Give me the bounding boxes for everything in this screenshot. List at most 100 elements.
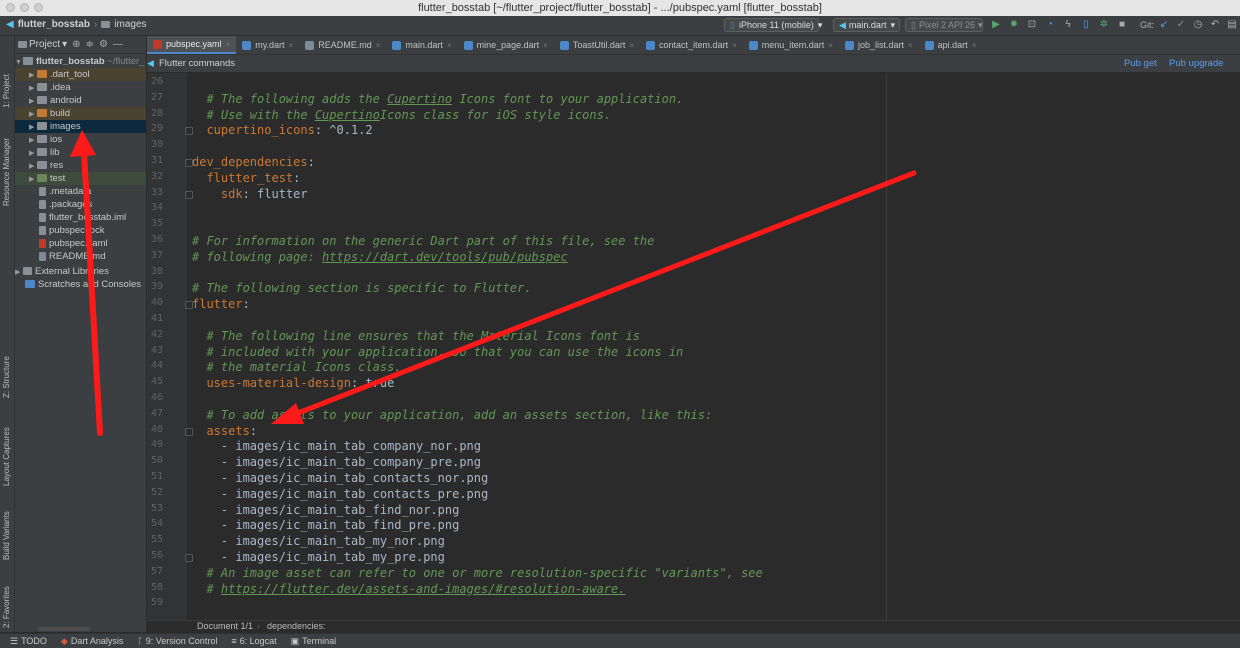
code-line: # included with your application, so tha… <box>206 344 684 359</box>
coverage-icon[interactable]: ⊡ <box>1026 19 1038 31</box>
close-icon[interactable]: × <box>226 40 231 49</box>
tree-item-dart-tool[interactable]: ▶ .dart_tool <box>15 68 146 81</box>
tree-item-flutter-bosstab-iml[interactable]: flutter_bosstab.iml <box>15 211 146 224</box>
tree-external-libraries[interactable]: ▶ External Libraries <box>15 265 146 278</box>
code-line: flutter: <box>192 297 250 312</box>
tree-item-packages[interactable]: .packages <box>15 198 146 211</box>
breadcrumb-folder[interactable]: images <box>114 19 146 30</box>
collapse-all-icon[interactable]: ≑ <box>86 39 94 50</box>
hide-icon[interactable]: — <box>113 39 123 50</box>
close-icon[interactable]: × <box>828 41 833 50</box>
line-number: 43 <box>150 344 163 356</box>
code-line: cupertino_icons: ^0.1.2 <box>206 123 373 138</box>
tool-tab-label: Resource Manager <box>2 137 11 206</box>
tab-pubspec-yaml[interactable]: pubspec.yaml × <box>147 36 237 54</box>
tree-item-idea[interactable]: ▶ .idea <box>15 81 146 94</box>
device-manager-icon[interactable]: ▯ <box>1080 19 1092 31</box>
close-icon[interactable]: × <box>543 41 548 50</box>
breadcrumb-project[interactable]: flutter_bosstab <box>18 19 90 30</box>
tree-scratches[interactable]: Scratches and Consoles <box>15 278 146 291</box>
history-icon[interactable]: ◷ <box>1192 19 1204 31</box>
horizontal-scrollbar[interactable] <box>38 627 90 631</box>
tab-label: my.dart <box>255 40 285 50</box>
tree-item-lib[interactable]: ▶ lib <box>15 146 146 159</box>
git-update-icon[interactable]: ↙ <box>1158 19 1170 31</box>
close-icon[interactable]: × <box>908 41 913 50</box>
library-icon <box>23 267 32 276</box>
tree-item-ios[interactable]: ▶ ios <box>15 133 146 146</box>
hot-reload-icon[interactable]: ϟ <box>1062 19 1074 31</box>
code-line: # The following line ensures that the Ma… <box>206 328 640 343</box>
tab-toastutil-dart[interactable]: ToastUtil.dart × <box>554 36 640 54</box>
tree-item-pubspec-lock[interactable]: pubspec.lock <box>15 224 146 237</box>
code-line: sdk: flutter <box>220 186 308 201</box>
flutter-icon: ◀ <box>147 58 154 68</box>
device-selector[interactable]: ▯ iPhone 11 (mobile) ▾ <box>724 18 822 32</box>
tree-label: test <box>50 173 66 184</box>
tab-menu-item-dart[interactable]: menu_item.dart × <box>743 36 839 54</box>
tool-logcat[interactable]: ≡ 6: Logcat <box>231 636 276 646</box>
layout-icon[interactable]: ▤ <box>1226 19 1238 31</box>
tab-mine-page-dart[interactable]: mine_page.dart × <box>458 36 554 54</box>
code-editor[interactable]: # The following adds the Cupertino Icons… <box>192 73 886 620</box>
tree-item-pubspec-yaml[interactable]: pubspec.yaml <box>15 237 146 250</box>
tree-item-metadata[interactable]: .metadata <box>15 185 146 198</box>
gear-icon[interactable]: ⚙ <box>99 39 108 50</box>
git-commit-icon[interactable]: ✓ <box>1175 19 1187 31</box>
project-view-selector[interactable]: Project ▾ <box>18 39 67 50</box>
tool-dart-analysis[interactable]: ◆ Dart Analysis <box>61 636 123 647</box>
line-number: 52 <box>150 486 163 498</box>
close-icon[interactable]: × <box>732 41 737 50</box>
emulator-selector[interactable]: ▯ Pixel 2 API 26 ▾ <box>905 18 983 32</box>
close-icon[interactable]: × <box>972 41 977 50</box>
yaml-path[interactable]: dependencies: <box>267 621 326 631</box>
tab-main-dart[interactable]: main.dart × <box>386 36 457 54</box>
sdk-manager-icon[interactable]: ✲ <box>1098 19 1110 31</box>
tree-item-test[interactable]: ▶ test <box>15 172 146 185</box>
tool-label: 9: Version Control <box>145 636 218 646</box>
close-icon[interactable]: × <box>376 41 381 50</box>
close-icon[interactable]: × <box>447 41 452 50</box>
close-icon[interactable]: × <box>629 41 634 50</box>
line-number: 35 <box>150 218 163 230</box>
tab-readme-md[interactable]: README.md × <box>299 36 386 54</box>
file-icon <box>39 199 46 209</box>
profile-icon[interactable]: ◔ <box>1044 19 1056 31</box>
folder-icon <box>37 148 47 157</box>
tab-api-dart[interactable]: api.dart × <box>919 36 983 54</box>
run-config-selector[interactable]: ◀ main.dart ▾ <box>833 18 900 32</box>
line-number: 40 <box>150 297 163 309</box>
tree-root[interactable]: ▼ flutter_bosstab ~/flutter_ <box>15 55 146 68</box>
tool-version-control[interactable]: ᚴ 9: Version Control <box>137 636 217 646</box>
tool-terminal[interactable]: ▣ Terminal <box>291 636 337 647</box>
debug-icon[interactable]: ✹ <box>1008 19 1020 31</box>
stop-icon[interactable]: ■ <box>1116 19 1128 31</box>
tab-contact-item-dart[interactable]: contact_item.dart × <box>640 36 743 54</box>
tree-item-images[interactable]: ▶ images <box>15 120 146 133</box>
file-icon <box>844 40 854 50</box>
pub-upgrade-link[interactable]: Pub upgrade <box>1169 58 1223 69</box>
tree-item-res[interactable]: ▶ res <box>15 159 146 172</box>
code-line: # The following adds the Cupertino Icons… <box>206 91 684 106</box>
locate-icon[interactable]: ⊕ <box>72 39 80 50</box>
folder-icon <box>23 57 33 66</box>
run-icon[interactable]: ▶ <box>990 19 1002 31</box>
pub-get-link[interactable]: Pub get <box>1124 58 1157 69</box>
rollback-icon[interactable]: ↶ <box>1209 19 1221 31</box>
tree-item-readme-md[interactable]: README.md <box>15 250 146 263</box>
close-icon[interactable]: × <box>289 41 294 50</box>
tree-item-android[interactable]: ▶ android <box>15 94 146 107</box>
tool-tab-label: 1: Project <box>2 74 11 108</box>
folder-icon <box>37 70 47 79</box>
file-icon <box>39 225 46 235</box>
line-number: 55 <box>150 534 163 546</box>
tree-label: .idea <box>50 82 71 93</box>
tab-my-dart[interactable]: my.dart × <box>236 36 299 54</box>
tool-label: Terminal <box>302 636 337 646</box>
dart-icon: ◆ <box>60 635 68 646</box>
tab-job-list-dart[interactable]: job_list.dart × <box>839 36 919 54</box>
folder-icon <box>37 109 47 118</box>
tool-todo[interactable]: ☰ TODO <box>10 636 47 647</box>
chevron-down-icon: ▾ <box>817 19 823 30</box>
tree-item-build[interactable]: ▶ build <box>15 107 146 120</box>
